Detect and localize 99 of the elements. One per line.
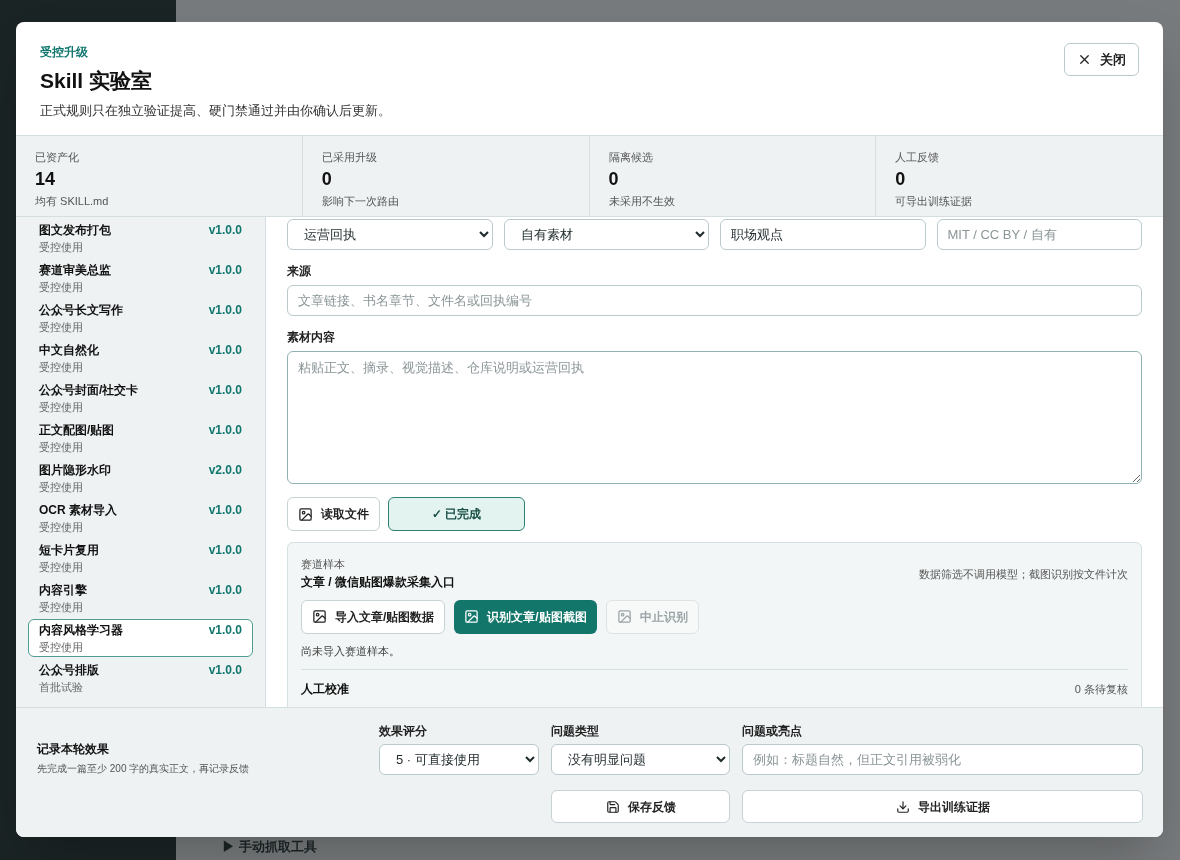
meta-select[interactable]: 运营回执 (287, 219, 493, 250)
skill-name: 公众号封面/社交卡 (39, 381, 139, 399)
sample-status: 尚未导入赛道样本。 (301, 643, 401, 659)
skill-status: 受控使用 (39, 359, 84, 375)
field-label: 来源 (287, 263, 312, 280)
stat-label: 已资产化 (35, 150, 80, 165)
skill-version: v1.0.0 (208, 421, 242, 439)
skill-name: 正文配图/贴图 (39, 421, 115, 439)
skill-version: v1.0.0 (208, 541, 242, 559)
image-icon (298, 506, 313, 522)
skill-item[interactable]: 公众号长文写作 v1.0.0 受控使用 (28, 299, 253, 337)
stat-label: 已采用升级 (321, 150, 378, 165)
stat-value: 14 (35, 167, 57, 191)
rating-select[interactable]: 5 · 可直接使用 (379, 744, 539, 775)
meta-input[interactable]: MIT / CC BY / 自有 (936, 219, 1142, 250)
skill-item[interactable]: 公众号排版 v1.0.0 首批试验 (28, 659, 253, 697)
field-label: 问题或亮点 (742, 723, 803, 740)
stat-label: 人工反馈 (895, 150, 941, 165)
skill-status: 受控使用 (39, 239, 84, 255)
skill-status: 受控使用 (39, 439, 84, 455)
sample-note: 数据筛选不调用模型；截图识别按文件计次 (919, 567, 1128, 582)
image-icon (616, 609, 632, 624)
skill-status: 受控使用 (39, 479, 84, 495)
skill-status: 受控使用 (39, 639, 84, 655)
sample-eyebrow: 赛道样本 (301, 557, 346, 572)
skill-item[interactable]: 正文配图/贴图 v1.0.0 受控使用 (28, 419, 253, 457)
download-icon (895, 799, 910, 814)
stat-value: 0 (895, 167, 907, 191)
content-textarea[interactable]: 粘贴正文、摘录、视觉描述、仓库说明或运营回执 (287, 351, 1142, 484)
skill-version: v1.0.0 (208, 341, 242, 359)
comment-input[interactable]: 例如：标题自然，但正文引用被弱化 (742, 744, 1143, 775)
dialog-subtitle: 正式规则只在独立验证提高、硬门禁通过并由你确认后更新。 (40, 101, 391, 120)
meta-select[interactable]: 自有素材 (503, 219, 709, 250)
skill-item[interactable]: 图文发布打包 v1.0.0 受控使用 (28, 219, 253, 257)
stat-note: 均有 SKILL.md (35, 193, 110, 209)
feedback-title: 记录本轮效果 (37, 741, 110, 758)
field-label: 素材内容 (287, 329, 336, 346)
done-button[interactable]: ✓ 已完成 (388, 497, 525, 531)
skill-name: 公众号排版 (39, 661, 99, 679)
skill-version: v1.0.0 (208, 381, 242, 399)
stat-note: 未采用不生效 (608, 193, 676, 209)
skill-name: 内容风格学习器 (39, 621, 123, 639)
skill-name: 赛道审美总监 (39, 261, 111, 279)
review-title: 人工校准 (301, 681, 349, 698)
skill-name: 内容引擎 (39, 581, 87, 599)
skill-status: 受控使用 (39, 519, 84, 535)
skill-item[interactable]: 图片隐形水印 v2.0.0 受控使用 (28, 459, 253, 497)
skill-version: v1.0.0 (208, 301, 242, 319)
stat-note: 可导出训练证据 (895, 193, 974, 209)
skill-status: 受控使用 (39, 319, 84, 335)
stat-value: 0 (608, 167, 620, 191)
skill-version: v1.0.0 (208, 621, 242, 639)
skill-name: 图文发布打包 (39, 221, 111, 239)
export-button[interactable]: 导出训练证据 (742, 790, 1143, 823)
skill-item[interactable]: 中文自然化 v1.0.0 受控使用 (28, 339, 253, 377)
skill-name: OCR 素材导入 (39, 501, 117, 519)
skill-status: 受控使用 (39, 399, 84, 415)
skill-item[interactable]: 短卡片复用 v1.0.0 受控使用 (28, 539, 253, 577)
save-icon (605, 799, 620, 814)
issue-select[interactable]: 没有明显问题 (551, 744, 730, 775)
review-count: 0 条待复核 (1074, 681, 1128, 697)
skill-item[interactable]: 内容风格学习器 v1.0.0 受控使用 (28, 619, 253, 657)
skill-version: v1.0.0 (208, 661, 242, 679)
skill-status: 首批试验 (39, 679, 84, 695)
feedback-note: 先完成一篇至少 200 字的真实正文，再记录反馈 (37, 762, 251, 776)
skill-version: v1.0.0 (208, 501, 242, 519)
skill-status: 受控使用 (39, 559, 84, 575)
skill-version: v1.0.0 (208, 581, 242, 599)
eyebrow-label: 受控升级 (40, 44, 89, 61)
sample-title: 文章 / 微信贴图爆款采集入口 (301, 573, 455, 591)
skill-version: v2.0.0 (208, 461, 242, 479)
skill-version: v1.0.0 (208, 221, 242, 239)
skill-item[interactable]: 公众号封面/社交卡 v1.0.0 受控使用 (28, 379, 253, 417)
skill-name: 图片隐形水印 (39, 461, 111, 479)
skill-name: 短卡片复用 (39, 541, 99, 559)
source-input[interactable]: 文章链接、书名章节、文件名或回执编号 (287, 285, 1142, 316)
skill-name: 中文自然化 (39, 341, 99, 359)
field-label: 效果评分 (379, 723, 428, 740)
dialog-title: Skill 实验室 (40, 68, 154, 94)
skill-status: 受控使用 (39, 279, 84, 295)
skill-name: 公众号长文写作 (39, 301, 123, 319)
sample-button[interactable]: 识别文章/贴图截图 (454, 599, 597, 634)
sample-button[interactable]: 导入文章/贴图数据 (301, 599, 446, 634)
skill-item[interactable]: 内容引擎 v1.0.0 受控使用 (28, 579, 253, 617)
stat-note: 影响下一次路由 (321, 193, 400, 209)
close-button[interactable]: 关闭 (1064, 43, 1139, 76)
skill-status: 受控使用 (39, 599, 84, 615)
save-button[interactable]: 保存反馈 (551, 790, 730, 823)
field-label: 问题类型 (551, 723, 600, 740)
read-file-button[interactable]: 读取文件 (287, 497, 380, 531)
skill-item[interactable]: OCR 素材导入 v1.0.0 受控使用 (28, 499, 253, 537)
close-icon (1077, 52, 1092, 67)
skill-version: v1.0.0 (208, 261, 242, 279)
meta-input[interactable]: 职场观点 (720, 219, 926, 250)
stat-label: 隔离候选 (608, 150, 654, 165)
skill-item[interactable]: 赛道审美总监 v1.0.0 受控使用 (28, 259, 253, 297)
image-icon (464, 609, 480, 624)
stat-value: 0 (321, 167, 333, 191)
image-icon (312, 609, 327, 624)
